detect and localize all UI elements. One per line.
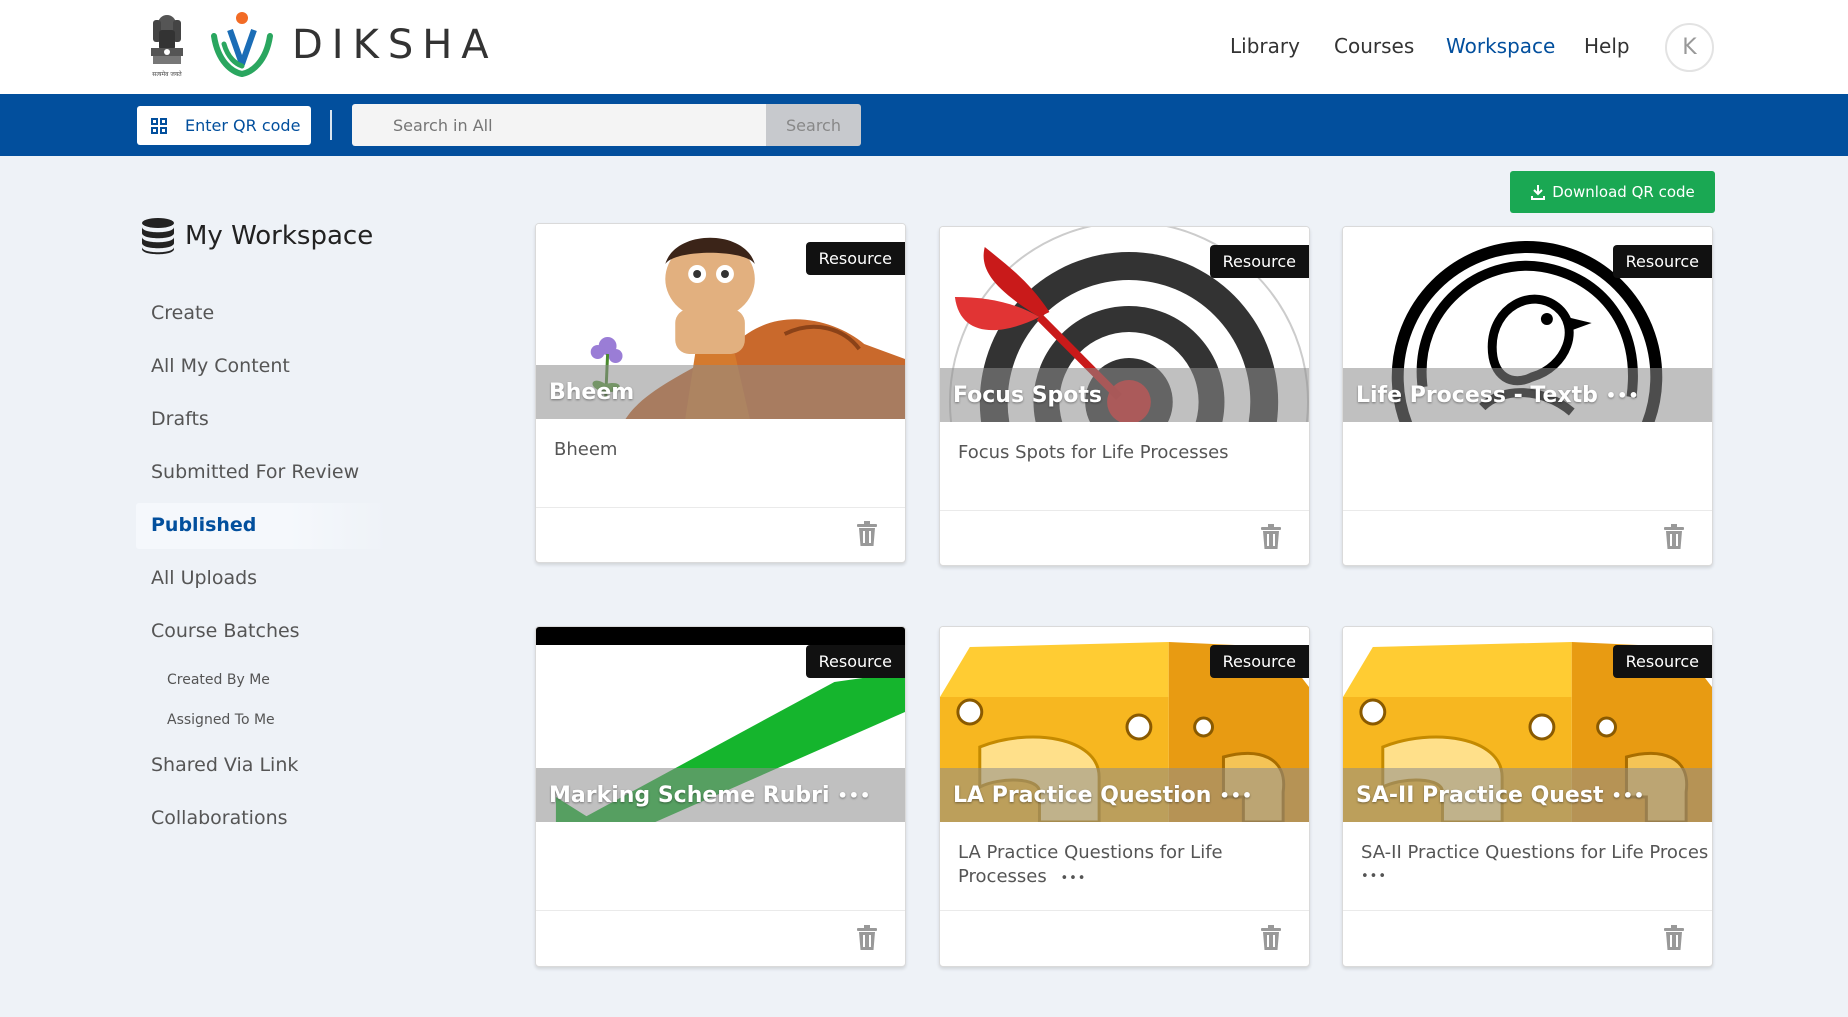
more-ellipsis: ••• [1605, 385, 1640, 405]
card-description: Bheem [554, 439, 618, 460]
card-description: SA-II Practice Questions for Life Proces… [1361, 841, 1709, 889]
download-qr-code-label: Download QR code [1552, 183, 1695, 201]
nav-help[interactable]: Help [1584, 34, 1630, 58]
sidebar-item-published[interactable]: Published [151, 514, 256, 536]
card-divider [536, 507, 905, 508]
card-description-text: SA-II Practice Questions for Life Proces [1361, 842, 1709, 863]
sidebar-subitem-created-by-me[interactable]: Created By Me [167, 672, 270, 688]
sidebar-item-all-uploads[interactable]: All Uploads [151, 567, 257, 589]
user-avatar[interactable]: K [1665, 23, 1714, 72]
brand-name: DIKSHA [292, 22, 498, 68]
divider [330, 110, 332, 140]
database-icon [142, 218, 174, 255]
card-title: Bheem [536, 365, 905, 419]
search-input[interactable] [352, 104, 766, 146]
workspace-heading: My Workspace [141, 217, 373, 255]
card-title: Life Process - Textb ••• [1343, 368, 1712, 422]
sidebar-item-shared-via-link[interactable]: Shared Via Link [151, 754, 298, 776]
resource-badge: Resource [1209, 245, 1309, 278]
top-header: सत्यमेव जयते DIKSHA Library Courses Work… [0, 0, 1848, 94]
sidebar-item-submitted-for-review[interactable]: Submitted For Review [151, 461, 359, 483]
card-title-text: LA Practice Question [953, 782, 1212, 808]
search-bar: Enter QR code Search [0, 94, 1848, 156]
resource-badge: Resource [1612, 645, 1712, 678]
resource-badge: Resource [805, 645, 905, 678]
nav-courses[interactable]: Courses [1334, 34, 1414, 58]
card-divider [536, 910, 905, 911]
download-icon [1531, 185, 1546, 200]
card-divider [1343, 510, 1712, 511]
sidebar-item-drafts[interactable]: Drafts [151, 408, 209, 430]
trash-icon[interactable] [1260, 524, 1282, 550]
trash-icon[interactable] [1663, 925, 1685, 951]
trash-icon[interactable] [856, 925, 878, 951]
trash-icon[interactable] [1663, 524, 1685, 550]
card-title-text: Focus Spots [953, 382, 1103, 408]
emblem-caption: सत्यमेव जयते [152, 70, 182, 78]
more-ellipsis: ••• [837, 785, 872, 805]
card-title: Marking Scheme Rubri ••• [536, 768, 905, 822]
national-emblem-icon: सत्यमेव जयते [151, 15, 183, 78]
sidebar-subitem-assigned-to-me[interactable]: Assigned To Me [167, 712, 275, 728]
search-button[interactable]: Search [766, 104, 861, 146]
content-card[interactable]: Resource Bheem Bheem [535, 223, 906, 563]
sidebar-item-collaborations[interactable]: Collaborations [151, 807, 288, 829]
card-title-text: Life Process - Textb [1356, 382, 1598, 408]
trash-icon[interactable] [1260, 925, 1282, 951]
content-card[interactable]: Resource Marking Scheme Rubri ••• [535, 626, 906, 967]
enter-qr-code-label: Enter QR code [185, 116, 301, 135]
card-title-text: Bheem [549, 379, 635, 405]
card-divider [1343, 910, 1712, 911]
diksha-logo-icon [211, 12, 273, 78]
qr-code-icon [151, 117, 167, 134]
more-ellipsis: ••• [1611, 785, 1646, 805]
card-title: Focus Spots [940, 368, 1309, 422]
card-title: SA-II Practice Quest ••• [1343, 768, 1712, 822]
card-title: LA Practice Question ••• [940, 768, 1309, 822]
card-description-text: LA Practice Questions for Life Processes [958, 842, 1223, 887]
nav-workspace[interactable]: Workspace [1446, 34, 1555, 58]
sidebar-item-all-my-content[interactable]: All My Content [151, 355, 290, 377]
card-description: LA Practice Questions for Life Processes… [958, 841, 1297, 891]
content-card[interactable]: Resource SA-II Practice Quest ••• SA-II … [1342, 626, 1713, 967]
card-divider [940, 510, 1309, 511]
trash-icon[interactable] [856, 521, 878, 547]
content-card[interactable]: Resource Focus Spots Focus Spots for Lif… [939, 226, 1310, 566]
page-title: My Workspace [185, 221, 374, 251]
enter-qr-code-button[interactable]: Enter QR code [137, 106, 311, 145]
card-title-text: SA-II Practice Quest [1356, 782, 1604, 808]
sidebar-item-create[interactable]: Create [151, 302, 214, 324]
card-divider [940, 910, 1309, 911]
more-ellipsis: ••• [1060, 871, 1087, 886]
content-card[interactable]: Resource Life Process - Textb ••• [1342, 226, 1713, 566]
resource-badge: Resource [805, 242, 905, 275]
resource-badge: Resource [1612, 245, 1712, 278]
card-description: Focus Spots for Life Processes [958, 442, 1229, 463]
sidebar-item-course-batches[interactable]: Course Batches [151, 620, 300, 642]
resource-badge: Resource [1209, 645, 1309, 678]
content-card[interactable]: Resource LA Practice Question ••• LA Pra… [939, 626, 1310, 967]
more-ellipsis: ••• [1219, 785, 1254, 805]
card-title-text: Marking Scheme Rubri [549, 782, 830, 808]
nav-library[interactable]: Library [1230, 34, 1300, 58]
more-ellipsis: ••• [1361, 869, 1388, 884]
download-qr-code-button[interactable]: Download QR code [1510, 171, 1715, 213]
